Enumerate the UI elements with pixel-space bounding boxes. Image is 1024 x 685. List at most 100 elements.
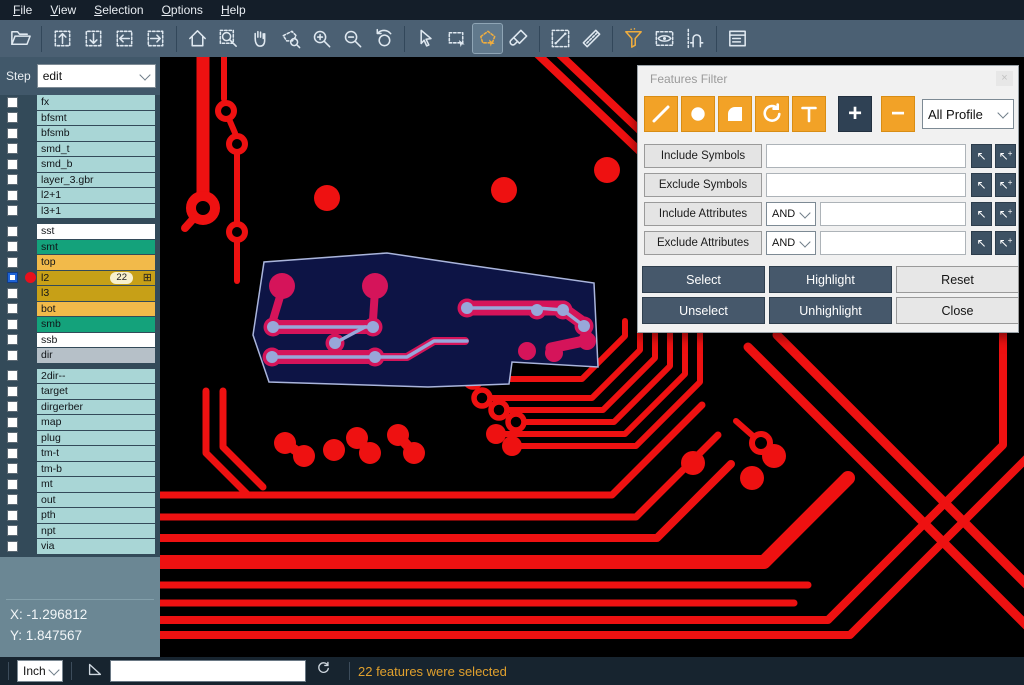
menu-item-help[interactable]: Help xyxy=(212,0,255,20)
layer-row-bfsmt[interactable]: bfsmt xyxy=(0,111,160,126)
filter-pad-button[interactable] xyxy=(681,96,715,132)
step-select[interactable]: edit xyxy=(37,64,156,88)
layer-checkbox[interactable] xyxy=(7,448,18,459)
profile-select[interactable]: All Profile xyxy=(922,99,1014,129)
layer-checkbox[interactable] xyxy=(7,241,18,252)
layer-checkbox[interactable] xyxy=(7,525,18,536)
pick-from-canvas-icon[interactable]: ↖ xyxy=(971,173,992,197)
include-attributes-operator-select[interactable]: AND xyxy=(766,202,816,226)
include-symbols-input[interactable] xyxy=(766,144,966,168)
exclude-attributes-operator-select[interactable]: AND xyxy=(766,231,816,255)
layer-name[interactable]: via xyxy=(37,539,155,554)
layer-name[interactable]: npt xyxy=(37,524,155,539)
layer-name[interactable]: top xyxy=(37,255,155,270)
layer-checkbox[interactable] xyxy=(7,350,18,361)
layer-checkbox[interactable] xyxy=(7,143,18,154)
layer-checkbox[interactable] xyxy=(7,401,18,412)
zoom-in-icon[interactable] xyxy=(307,24,336,53)
close-icon[interactable]: × xyxy=(996,71,1013,86)
layer-checkbox[interactable] xyxy=(7,272,18,283)
layer-checkbox[interactable] xyxy=(7,112,18,123)
layer-row-l3+1[interactable]: l3+1 xyxy=(0,204,160,219)
pick-from-canvas-icon[interactable]: ↖ xyxy=(971,202,992,226)
layer-name[interactable]: sst xyxy=(37,224,155,239)
filter-arc-button[interactable] xyxy=(755,96,789,132)
layer-checkbox[interactable] xyxy=(7,97,18,108)
exclude-symbols-button[interactable]: Exclude Symbols xyxy=(644,173,762,197)
layer-checkbox[interactable] xyxy=(7,463,18,474)
layer-row-l3[interactable]: l3 xyxy=(0,286,160,301)
layer-row-npt[interactable]: npt xyxy=(0,524,160,539)
view-options-icon[interactable] xyxy=(650,24,679,53)
layer-name[interactable]: l3 xyxy=(37,286,155,301)
layer-name[interactable]: target xyxy=(37,384,155,399)
layer-row-map[interactable]: map xyxy=(0,415,160,430)
layer-row-dirgerber[interactable]: dirgerber xyxy=(0,400,160,415)
layer-name[interactable]: ssb xyxy=(37,333,155,348)
menu-item-view[interactable]: View xyxy=(41,0,85,20)
reset-button[interactable]: Reset xyxy=(896,266,1019,293)
command-input[interactable] xyxy=(110,660,306,682)
layer-checkbox[interactable] xyxy=(7,479,18,490)
layer-name[interactable]: tm-b xyxy=(37,462,155,477)
layer-name[interactable]: smd_t xyxy=(37,142,155,157)
menu-item-selection[interactable]: Selection xyxy=(85,0,152,20)
layer-name[interactable]: out xyxy=(37,493,155,508)
layer-checkbox[interactable] xyxy=(7,226,18,237)
pan-up-icon[interactable] xyxy=(48,24,77,53)
layer-row-plug[interactable]: plug xyxy=(0,431,160,446)
layer-name[interactable]: tm-t xyxy=(37,446,155,461)
pick-add-from-canvas-icon[interactable]: ↖+ xyxy=(995,173,1016,197)
snap-icon[interactable] xyxy=(681,24,710,53)
filter-remove-button[interactable]: − xyxy=(881,96,915,132)
layer-checkbox[interactable] xyxy=(7,288,18,299)
layer-row-fx[interactable]: fx xyxy=(0,95,160,110)
layer-row-out[interactable]: out xyxy=(0,493,160,508)
unit-select[interactable]: Inch xyxy=(17,660,63,682)
layer-row-2dir--[interactable]: 2dir-- xyxy=(0,369,160,384)
layer-name[interactable]: l2+1 xyxy=(37,188,155,203)
layer-row-tm-t[interactable]: tm-t xyxy=(0,446,160,461)
layer-checkbox[interactable] xyxy=(7,128,18,139)
pan-right-icon[interactable] xyxy=(141,24,170,53)
layer-checkbox[interactable] xyxy=(7,303,18,314)
include-symbols-button[interactable]: Include Symbols xyxy=(644,144,762,168)
clear-highlight-icon[interactable] xyxy=(504,24,533,53)
layer-name[interactable]: 2dir-- xyxy=(37,369,155,384)
filter-text-button[interactable] xyxy=(792,96,826,132)
layer-row-target[interactable]: target xyxy=(0,384,160,399)
close-button[interactable]: Close xyxy=(896,297,1019,324)
layer-name[interactable]: mt xyxy=(37,477,155,492)
layer-checkbox[interactable] xyxy=(7,510,18,521)
exclude-symbols-input[interactable] xyxy=(766,173,966,197)
select-rect-icon[interactable] xyxy=(442,24,471,53)
layer-row-tm-b[interactable]: tm-b xyxy=(0,462,160,477)
layer-checkbox[interactable] xyxy=(7,432,18,443)
exclude-attributes-button[interactable]: Exclude Attributes xyxy=(644,231,762,255)
layer-row-mt[interactable]: mt xyxy=(0,477,160,492)
pan-down-icon[interactable] xyxy=(79,24,108,53)
refresh-icon[interactable] xyxy=(315,660,332,682)
pick-add-from-canvas-icon[interactable]: ↖+ xyxy=(995,231,1016,255)
layer-row-layer_3.gbr[interactable]: layer_3.gbr xyxy=(0,173,160,188)
layer-checkbox[interactable] xyxy=(7,541,18,552)
home-icon[interactable] xyxy=(183,24,212,53)
filter-add-button[interactable]: + xyxy=(838,96,872,132)
zoom-window-icon[interactable] xyxy=(214,24,243,53)
layer-name[interactable]: bfsmb xyxy=(37,126,155,141)
layer-checkbox[interactable] xyxy=(7,334,18,345)
layer-name[interactable]: l3+1 xyxy=(37,204,155,219)
layer-checkbox[interactable] xyxy=(7,159,18,170)
layer-checkbox[interactable] xyxy=(7,257,18,268)
layer-row-dir[interactable]: dir xyxy=(0,348,160,363)
layer-name[interactable]: map xyxy=(37,415,155,430)
layer-row-top[interactable]: top xyxy=(0,255,160,270)
highlight-button[interactable]: Highlight xyxy=(769,266,892,293)
unhighlight-button[interactable]: Unhighlight xyxy=(769,297,892,324)
layer-name[interactable]: smd_b xyxy=(37,157,155,172)
pick-add-from-canvas-icon[interactable]: ↖+ xyxy=(995,202,1016,226)
pick-add-from-canvas-icon[interactable]: ↖+ xyxy=(995,144,1016,168)
layer-name[interactable]: bfsmt xyxy=(37,111,155,126)
menu-item-options[interactable]: Options xyxy=(153,0,212,20)
unselect-button[interactable]: Unselect xyxy=(642,297,765,324)
